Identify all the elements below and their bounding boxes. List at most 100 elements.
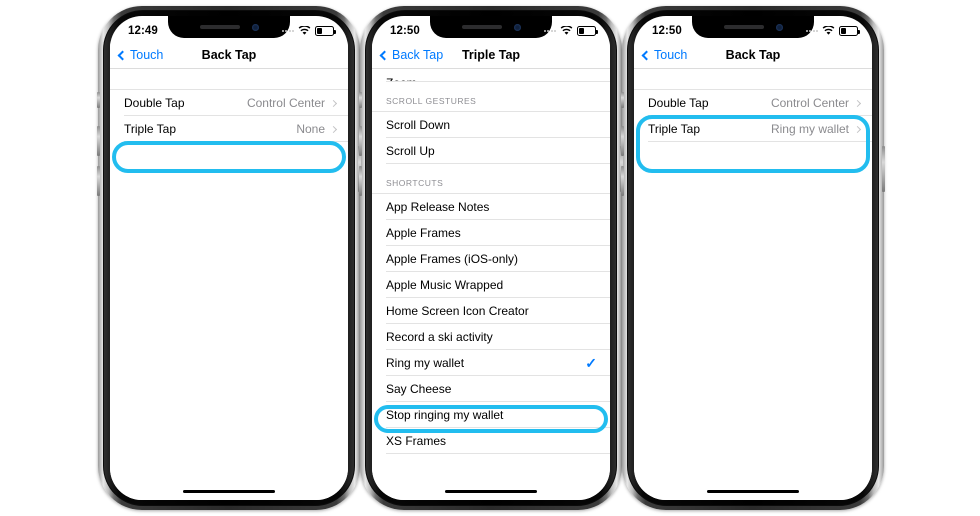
row-label: Triple Tap (124, 122, 177, 136)
row-label: Stop ringing my wallet (386, 408, 504, 422)
nav-back-label: Back Tap (392, 48, 444, 62)
chevron-right-icon (853, 125, 862, 133)
battery-low-icon (577, 26, 598, 36)
nav-back-label: Touch (130, 48, 164, 62)
option-app-release-notes[interactable]: App Release Notes (372, 194, 610, 220)
row-detail: Ring my wallet (770, 122, 849, 136)
power-button[interactable] (882, 146, 885, 192)
navigation-bar: Back Tap Triple Tap (372, 42, 610, 69)
section-header-scroll-gestures: SCROLL GESTURES (372, 82, 610, 111)
wifi-icon (560, 26, 573, 36)
home-indicator[interactable] (445, 489, 537, 493)
status-indicators (543, 22, 598, 36)
row-label: Say Cheese (386, 382, 452, 396)
status-time: 12:49 (128, 25, 158, 37)
chevron-left-icon (379, 50, 390, 60)
volume-up-button[interactable] (359, 126, 362, 156)
chevron-right-icon (329, 99, 338, 107)
nav-back-label: Touch (654, 48, 688, 62)
nav-back-button[interactable]: Touch (641, 48, 688, 62)
volume-down-button[interactable] (621, 166, 624, 196)
home-indicator[interactable] (707, 489, 799, 493)
row-triple-tap[interactable]: Triple Tap None (110, 116, 348, 142)
option-say-cheese[interactable]: Say Cheese (372, 376, 610, 402)
row-label: Scroll Down (386, 118, 451, 132)
status-indicators (805, 22, 860, 36)
row-label: Zoom (386, 77, 598, 82)
list-top-gap (110, 69, 348, 89)
mute-switch[interactable] (97, 92, 100, 108)
option-apple-music-wrapped[interactable]: Apple Music Wrapped (372, 272, 610, 298)
wifi-icon (298, 26, 311, 36)
status-bar: 12:50 (634, 16, 872, 42)
mute-switch[interactable] (621, 92, 624, 108)
checkmark-icon: ✓ (585, 355, 597, 371)
row-detail: Control Center (246, 96, 325, 110)
row-detail: Control Center (770, 96, 849, 110)
row-label: Apple Frames (386, 226, 461, 240)
signal-dots-icon (805, 30, 818, 32)
signal-dots-icon (543, 30, 556, 32)
option-scroll-down[interactable]: Scroll Down (372, 112, 610, 138)
row-label: Home Screen Icon Creator (386, 304, 529, 318)
row-double-tap[interactable]: Double Tap Control Center (634, 90, 872, 116)
signal-dots-icon (281, 30, 294, 32)
row-label: Triple Tap (648, 122, 701, 136)
row-double-tap[interactable]: Double Tap Control Center (110, 90, 348, 116)
nav-back-button[interactable]: Touch (117, 48, 164, 62)
row-detail: None (296, 122, 325, 136)
volume-up-button[interactable] (97, 126, 100, 156)
navigation-bar: Touch Back Tap (110, 42, 348, 69)
settings-list: Double Tap Control Center Triple Tap Rin… (634, 69, 872, 500)
chevron-left-icon (641, 50, 652, 60)
home-indicator[interactable] (183, 489, 275, 493)
chevron-left-icon (117, 50, 128, 60)
row-label: XS Frames (386, 434, 447, 448)
battery-low-icon (839, 26, 860, 36)
row-label: Double Tap (124, 96, 185, 110)
chevron-right-icon (853, 99, 862, 107)
option-apple-frames-ios-only[interactable]: Apple Frames (iOS-only) (372, 246, 610, 272)
option-scroll-up[interactable]: Scroll Up (372, 138, 610, 164)
row-label: App Release Notes (386, 200, 490, 214)
phone-screen: 12:49 Touch Back Tap Double Tap Control … (110, 16, 348, 500)
row-zoom-clipped[interactable]: Zoom (372, 69, 610, 82)
wifi-icon (822, 26, 835, 36)
option-record-a-ski-activity[interactable]: Record a ski activity (372, 324, 610, 350)
volume-down-button[interactable] (97, 166, 100, 196)
row-label: Record a ski activity (386, 330, 493, 344)
list-top-gap (634, 69, 872, 89)
row-label: Apple Frames (iOS-only) (386, 252, 519, 266)
row-label: Apple Music Wrapped (386, 278, 504, 292)
option-stop-ringing-my-wallet[interactable]: Stop ringing my wallet (372, 402, 610, 428)
status-time: 12:50 (390, 25, 420, 37)
highlight-ring-triple-tap (112, 141, 346, 173)
phone-screen: 12:50 Touch Back Tap Double Tap Control … (634, 16, 872, 500)
status-bar: 12:49 (110, 16, 348, 42)
status-indicators (281, 22, 336, 36)
row-triple-tap[interactable]: Triple Tap Ring my wallet (634, 116, 872, 142)
option-xs-frames[interactable]: XS Frames (372, 428, 610, 454)
mute-switch[interactable] (359, 92, 362, 108)
volume-up-button[interactable] (621, 126, 624, 156)
phone-back-tap-before: 12:49 Touch Back Tap Double Tap Control … (97, 6, 361, 510)
status-bar: 12:50 (372, 16, 610, 42)
navigation-bar: Touch Back Tap (634, 42, 872, 69)
option-ring-my-wallet[interactable]: Ring my wallet ✓ (372, 350, 610, 376)
option-apple-frames[interactable]: Apple Frames (372, 220, 610, 246)
nav-back-button[interactable]: Back Tap (379, 48, 444, 62)
volume-down-button[interactable] (359, 166, 362, 196)
row-label: Scroll Up (386, 144, 435, 158)
row-label: Ring my wallet (386, 356, 465, 370)
phone-back-tap-after: 12:50 Touch Back Tap Double Tap Control … (621, 6, 885, 510)
phone-triple-tap-picker: 12:50 Back Tap Triple Tap Zoo (359, 6, 623, 510)
triple-tap-options-list: Zoom SCROLL GESTURES Scroll Down Scroll … (372, 69, 610, 500)
row-label: Double Tap (648, 96, 709, 110)
status-time: 12:50 (652, 25, 682, 37)
option-home-screen-icon-creator[interactable]: Home Screen Icon Creator (372, 298, 610, 324)
screenshot-stage: 12:49 Touch Back Tap Double Tap Control … (0, 0, 980, 516)
settings-list: Double Tap Control Center Triple Tap Non… (110, 69, 348, 500)
battery-low-icon (315, 26, 336, 36)
chevron-right-icon (329, 125, 338, 133)
section-header-shortcuts: SHORTCUTS (372, 164, 610, 193)
